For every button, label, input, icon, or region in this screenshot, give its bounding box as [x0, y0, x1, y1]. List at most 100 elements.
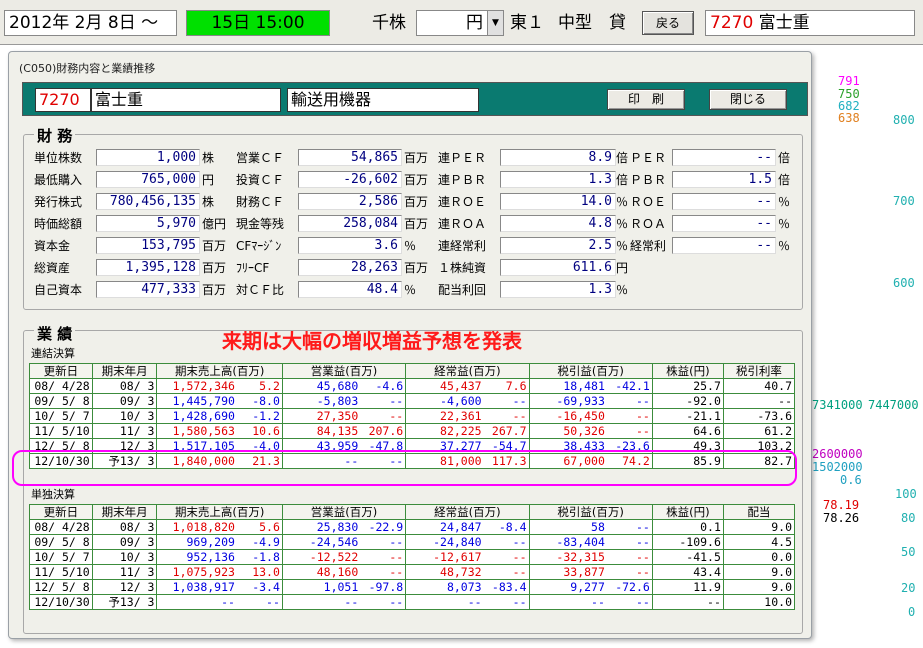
- finance-group: 財 務 単位株数 1,000 株最低購入 765,000 円発行株式 780,456,13…: [23, 125, 803, 310]
- growth-value: --: [512, 595, 527, 609]
- growth-value: --: [389, 535, 404, 549]
- column-header[interactable]: 期末年月: [91, 504, 158, 520]
- growth-value: -97.8: [368, 580, 404, 594]
- rate-value: 9.0: [771, 565, 792, 579]
- column-header[interactable]: 期末売上高(百万): [156, 363, 283, 379]
- table-cell: 12/ 3: [91, 579, 158, 595]
- field-label: 財務ＣＦ: [236, 195, 285, 209]
- table-cell: -12,617 --: [405, 549, 530, 565]
- table-cell: -92.0: [651, 393, 724, 409]
- table-row[interactable]: 10/ 5/ 7 10/ 3 952,136 -1.8 -12,522 -- -12,6…: [29, 549, 796, 565]
- growth-value: -22.9: [368, 520, 404, 534]
- field-label: ＲＯＡ: [630, 217, 667, 231]
- size-label: 中型: [558, 13, 592, 33]
- axis-label: 80: [901, 511, 916, 525]
- column-header[interactable]: 税引利率: [722, 363, 796, 379]
- eps-value: -109.6: [679, 535, 721, 549]
- column-header[interactable]: 株益(円): [651, 363, 724, 379]
- growth-value: --: [512, 550, 527, 564]
- chevron-down-icon[interactable]: ▼: [487, 11, 503, 35]
- close-button[interactable]: 閉じる: [709, 89, 787, 110]
- field-label: 投資ＣＦ: [236, 173, 285, 187]
- table-cell: 40.7: [722, 378, 796, 394]
- amount-value: -12,617: [433, 550, 482, 564]
- amount-value: 1,075,923: [172, 565, 235, 579]
- field-label: 対ＣＦ比: [236, 283, 285, 297]
- growth-value: 5.2: [259, 379, 280, 393]
- table-cell: -21.1: [651, 408, 724, 424]
- table-row[interactable]: 11/ 5/10 11/ 3 1,075,923 13.0 48,160 -- 48,7…: [29, 564, 796, 580]
- column-header[interactable]: 営業益(百万): [281, 363, 407, 379]
- field-value: 28,263: [298, 259, 402, 276]
- field-value: -26,602: [298, 171, 402, 188]
- table-cell: -- --: [405, 594, 530, 610]
- amount-value: 1,018,820: [172, 520, 235, 534]
- growth-value: --: [635, 424, 650, 438]
- column-header[interactable]: 期末年月: [91, 363, 158, 379]
- growth-value: --: [512, 565, 527, 579]
- table-cell: 33,877 --: [528, 564, 653, 580]
- currency-value: 円: [466, 13, 483, 33]
- table-cell: 1,051 -97.8: [281, 579, 407, 595]
- amount-value: --: [344, 595, 359, 609]
- field-value: 1.5: [672, 171, 776, 188]
- amount-value: --: [221, 595, 235, 609]
- table-cell: 9.0: [722, 564, 796, 580]
- axis-label: 600: [893, 276, 915, 290]
- field-unit: ％: [616, 195, 629, 209]
- amount-value: 33,877: [563, 565, 605, 579]
- field-value: 2,586: [298, 193, 402, 210]
- field-value: 14.0: [500, 193, 616, 210]
- table-header-row: 更新日 期末年月 期末売上高(百万) 営業益(百万) 経常益(百万) 税引益(百万) 株益(…: [29, 504, 796, 520]
- field-label: 現金等残: [236, 217, 285, 231]
- table-cell: -32,315 --: [528, 549, 653, 565]
- growth-value: --: [389, 565, 404, 579]
- table-cell: 50,326 --: [528, 423, 653, 439]
- column-header[interactable]: 営業益(百万): [281, 504, 407, 520]
- table-cell: 10.0: [722, 594, 796, 610]
- field-label: 時価総額: [34, 217, 83, 231]
- column-header[interactable]: 経常益(百万): [405, 363, 530, 379]
- column-header[interactable]: 税引益(百万): [528, 363, 653, 379]
- table-row[interactable]: 12/10/30 予13/ 3 -- -- -- -- -- -- -- -- -- 10.0: [29, 594, 796, 610]
- end-date-field[interactable]: 15日 15:00: [186, 10, 330, 36]
- table-row[interactable]: 09/ 5/ 8 09/ 3 1,445,790 -8.0 -5,803 -- -4,6…: [29, 393, 796, 409]
- field-value: 3.6: [298, 237, 402, 254]
- table-cell: --: [722, 393, 796, 409]
- print-button[interactable]: 印 刷: [607, 89, 685, 110]
- table-row[interactable]: 11/ 5/10 11/ 3 1,580,563 10.6 84,135 207.6 8…: [29, 423, 796, 439]
- start-date-field[interactable]: 2012年 2月 8日 ～: [4, 10, 177, 36]
- column-header[interactable]: 更新日: [29, 363, 93, 379]
- financial-dialog: (C050)財務内容と業績推移 7270 富士重 輸送用機器 印 刷 閉じる 財…: [8, 51, 812, 639]
- field-label: 経常利: [630, 239, 667, 253]
- column-header[interactable]: 配当: [722, 504, 796, 520]
- field-unit: 百万: [404, 261, 429, 275]
- table-row[interactable]: 08/ 4/28 08/ 3 1,018,820 5.6 25,830 -22.9 24…: [29, 519, 796, 535]
- stock-code-field[interactable]: 7270 富士重: [705, 10, 915, 36]
- name-box: 富士重: [91, 88, 281, 112]
- consolidated-label: 連結決算: [31, 347, 75, 360]
- growth-value: --: [635, 394, 650, 408]
- amount-value: 24,847: [440, 520, 482, 534]
- currency-select[interactable]: 円 ▼: [416, 10, 504, 36]
- top-toolbar: 2012年 2月 8日 ～ 15日 15:00 千株 円 ▼ 東１ 中型 貸 戻る…: [0, 0, 923, 45]
- table-cell: -73.6: [722, 408, 796, 424]
- growth-value: --: [389, 550, 404, 564]
- table-row[interactable]: 10/ 5/ 7 10/ 3 1,428,690 -1.2 27,350 -- 22,3…: [29, 408, 796, 424]
- amount-value: 969,209: [186, 535, 235, 549]
- amount-value: -5,803: [316, 394, 359, 408]
- growth-value: --: [635, 595, 650, 609]
- column-header[interactable]: 税引益(百万): [528, 504, 653, 520]
- column-header[interactable]: 更新日: [29, 504, 93, 520]
- back-button[interactable]: 戻る: [642, 11, 694, 35]
- field-label: 自己資本: [34, 283, 83, 297]
- column-header[interactable]: 期末売上高(百万): [156, 504, 283, 520]
- column-header[interactable]: 株益(円): [651, 504, 724, 520]
- rate-value: 40.7: [764, 379, 792, 393]
- column-header[interactable]: 経常益(百万): [405, 504, 530, 520]
- amount-value: -83,404: [556, 535, 605, 549]
- table-row[interactable]: 08/ 4/28 08/ 3 1,572,346 5.2 45,680 -4.6 45,…: [29, 378, 796, 394]
- table-row[interactable]: 09/ 5/ 8 09/ 3 969,209 -4.9 -24,546 -- -24,8…: [29, 534, 796, 550]
- field-value: 5,970: [96, 215, 200, 232]
- table-row[interactable]: 12/ 5/ 8 12/ 3 1,038,917 -3.4 1,051 -97.8 8,…: [29, 579, 796, 595]
